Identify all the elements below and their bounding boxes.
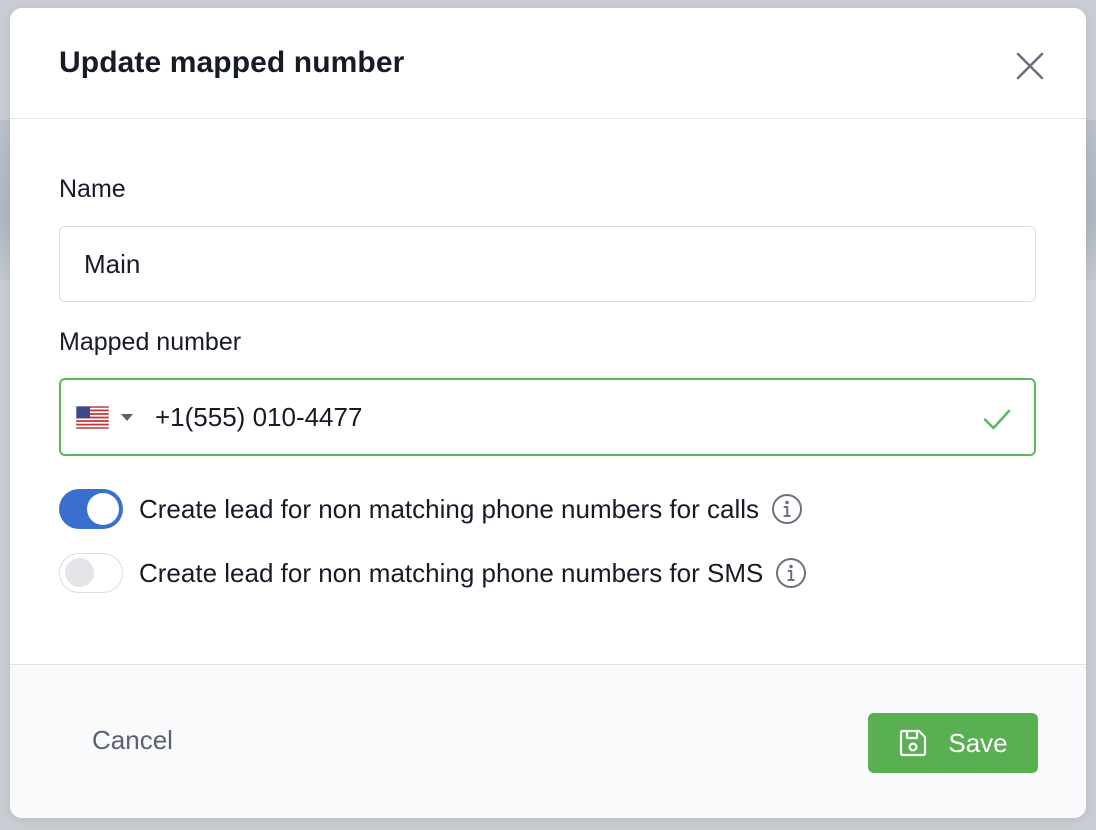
- sms-lead-option: Create lead for non matching phone numbe…: [59, 553, 807, 593]
- name-input[interactable]: [59, 226, 1036, 302]
- cancel-button[interactable]: Cancel: [92, 725, 173, 756]
- country-select[interactable]: [76, 380, 133, 454]
- close-button[interactable]: [1010, 46, 1050, 86]
- dialog-body: Name Mapped number: [10, 119, 1086, 664]
- calls-lead-toggle[interactable]: [59, 489, 123, 529]
- update-mapped-number-dialog: Update mapped number Name Mapped number: [10, 8, 1086, 818]
- dialog-header: Update mapped number: [10, 8, 1086, 119]
- toggle-knob: [87, 493, 119, 525]
- info-icon[interactable]: [771, 493, 803, 525]
- save-button[interactable]: Save: [868, 713, 1038, 773]
- calls-lead-option: Create lead for non matching phone numbe…: [59, 489, 803, 529]
- dialog-title: Update mapped number: [59, 46, 405, 79]
- sms-lead-toggle[interactable]: [59, 553, 123, 593]
- mapped-number-field: [59, 378, 1036, 456]
- info-icon[interactable]: [775, 557, 807, 589]
- chevron-down-icon: [121, 413, 133, 421]
- name-label: Name: [59, 175, 126, 203]
- check-icon: [983, 409, 1011, 430]
- mapped-number-label: Mapped number: [59, 328, 242, 356]
- save-label: Save: [948, 727, 1008, 758]
- floppy-disk-icon: [900, 729, 927, 757]
- toggle-knob: [65, 558, 94, 587]
- calls-lead-label: Create lead for non matching phone numbe…: [139, 493, 760, 524]
- mapped-number-input[interactable]: [155, 401, 915, 433]
- sms-lead-label: Create lead for non matching phone numbe…: [139, 557, 764, 588]
- us-flag-icon: [76, 405, 109, 429]
- close-icon: [1016, 52, 1044, 80]
- dialog-footer: Cancel Save: [10, 664, 1086, 818]
